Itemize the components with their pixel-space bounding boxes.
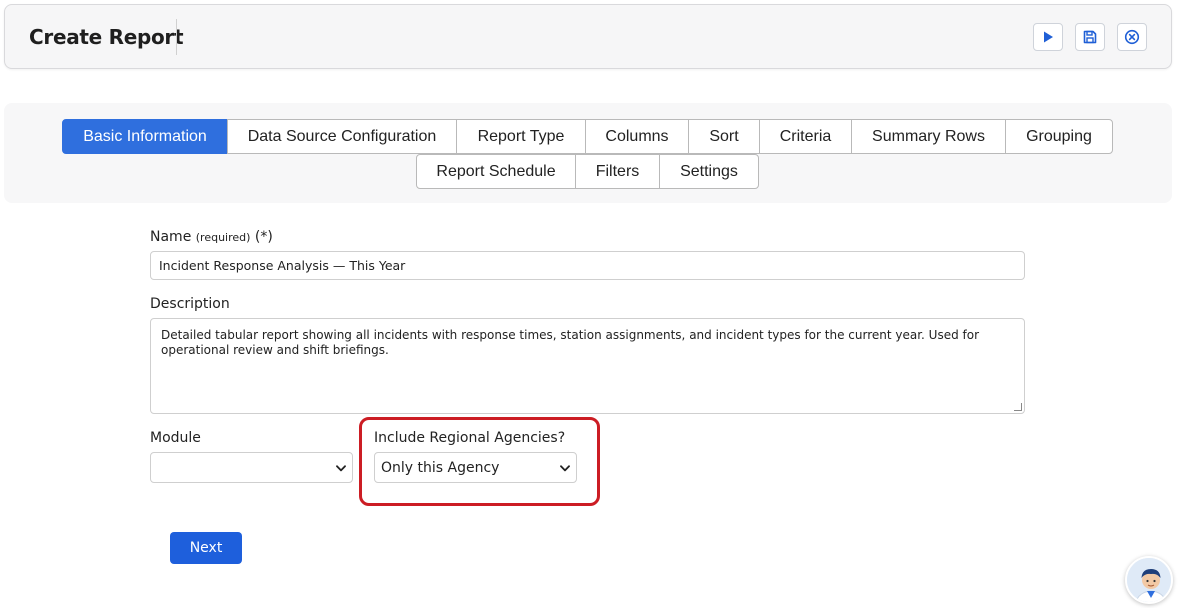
next-button[interactable]: Next <box>170 532 242 564</box>
module-select[interactable] <box>150 452 353 483</box>
description-label: Description <box>150 296 230 312</box>
name-label: Name (required) (*) <box>150 229 273 245</box>
tab-criteria[interactable]: Criteria <box>759 119 852 154</box>
resize-grip[interactable] <box>1014 403 1022 411</box>
page-title: Create Report <box>29 25 184 49</box>
run-button[interactable] <box>1033 23 1063 51</box>
header-divider <box>176 19 177 55</box>
required-note: (required) <box>195 231 251 244</box>
assistant-avatar[interactable] <box>1125 556 1173 604</box>
tab-settings[interactable]: Settings <box>659 154 759 189</box>
tab-data-source-configuration[interactable]: Data Source Configuration <box>227 119 457 154</box>
regional-agencies-label: Include Regional Agencies? <box>374 430 566 446</box>
description-textarea[interactable]: Detailed tabular report showing all inci… <box>150 318 1025 414</box>
save-button[interactable] <box>1075 23 1105 51</box>
tab-columns[interactable]: Columns <box>585 119 689 154</box>
page-header: Create Report <box>4 4 1172 69</box>
name-input[interactable]: Incident Response Analysis — This Year <box>150 251 1025 280</box>
tab-basic-information[interactable]: Basic Information <box>62 119 228 154</box>
module-label: Module <box>150 430 201 446</box>
tab-summary-rows[interactable]: Summary Rows <box>851 119 1006 154</box>
tab-grouping[interactable]: Grouping <box>1005 119 1113 154</box>
regional-agencies-select[interactable]: Only this Agency <box>374 452 577 483</box>
name-label-text: Name <box>150 229 192 245</box>
chevron-down-icon <box>336 460 346 476</box>
floppy-disk-icon <box>1082 29 1098 45</box>
assistant-avatar-icon <box>1127 558 1171 602</box>
tab-report-type[interactable]: Report Type <box>456 119 586 154</box>
tab-sort[interactable]: Sort <box>688 119 760 154</box>
required-asterisk: (*) <box>254 229 273 245</box>
description-text: Detailed tabular report showing all inci… <box>161 328 980 357</box>
close-circle-icon <box>1124 29 1140 45</box>
close-button[interactable] <box>1117 23 1147 51</box>
chevron-down-icon <box>560 460 570 476</box>
play-icon <box>1041 30 1055 44</box>
tab-report-schedule[interactable]: Report Schedule <box>416 154 576 189</box>
tab-filters[interactable]: Filters <box>575 154 660 189</box>
regional-agencies-value: Only this Agency <box>381 459 500 476</box>
